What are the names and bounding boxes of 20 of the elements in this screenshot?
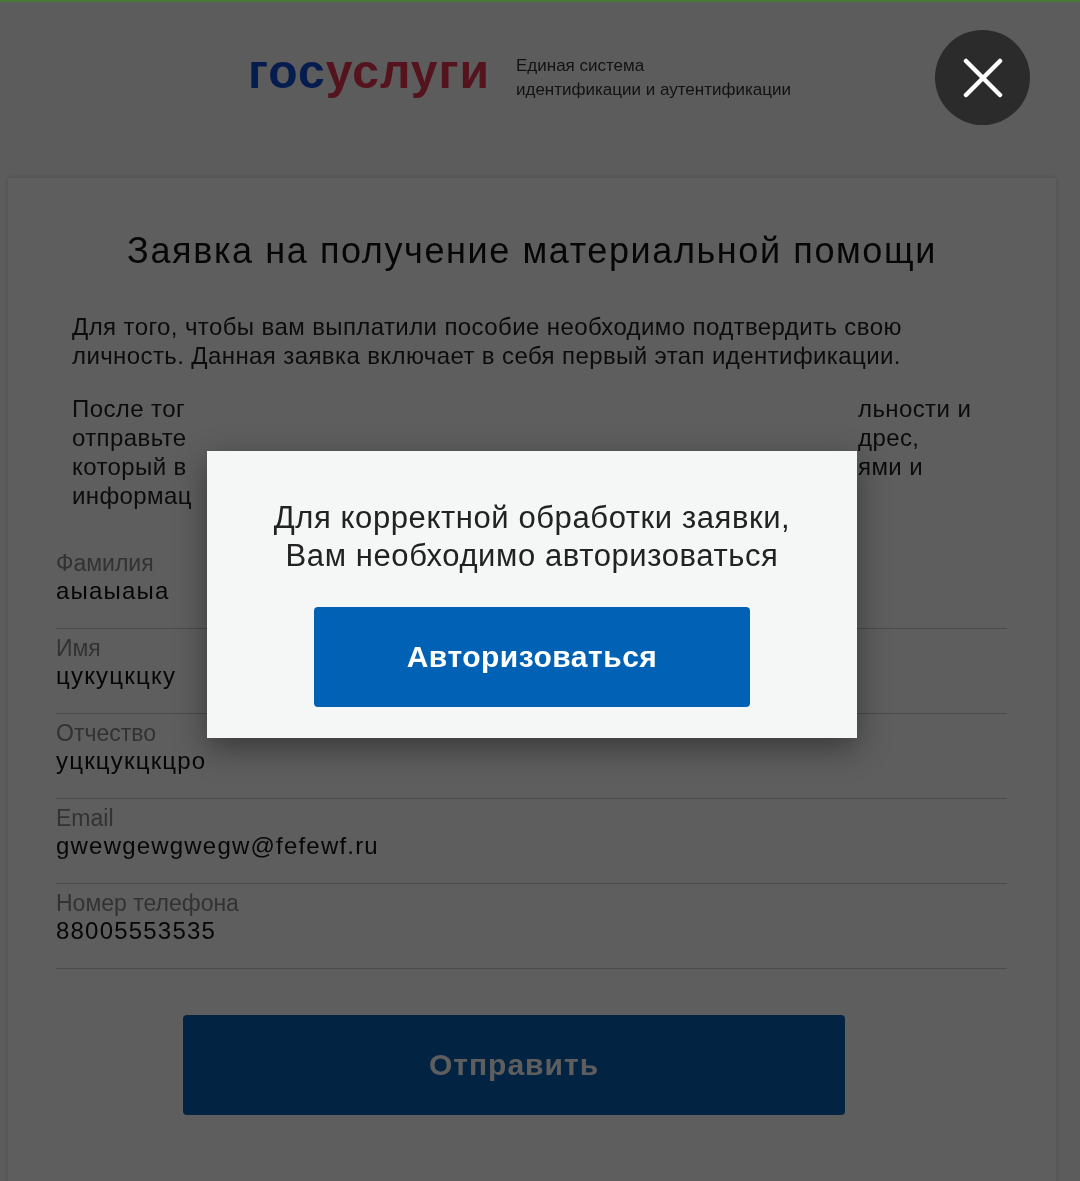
close-icon (962, 57, 1003, 98)
paragraph-fragment: дрес, (858, 423, 920, 452)
paragraph-fragment: После тог (72, 394, 187, 423)
field-value: gwewgewgwegw@fefewf.ru (56, 831, 379, 861)
field-value: цукуцкцку (56, 661, 177, 691)
paragraph-fragment: льности и (858, 394, 972, 423)
paragraph-fragment: информац (72, 481, 193, 510)
field-value: аыаыаыа (56, 576, 170, 606)
form-title: Заявка на получение материальной помощи (126, 230, 938, 272)
logo: госуслуги (248, 48, 490, 96)
field-value: уцкцукцкцро (56, 746, 207, 776)
paragraph-fragment: который в (72, 452, 188, 481)
dialog-message: Для корректной обработки заявки, Вам необходимо авторизоваться (273, 499, 791, 575)
field-value: 88005553535 (56, 916, 217, 946)
authorize-button[interactable]: Авторизоваться (314, 607, 750, 707)
paragraph-fragment: ями и (858, 452, 923, 481)
logo-tagline: Единая система идентификации и аутентификации (516, 55, 791, 101)
submit-button[interactable]: Отправить (183, 1015, 845, 1115)
intro-paragraph: Для того, чтобы вам выплатили пособие необходимо подтвердить свою личность. Данная заявка включает в себя первый этап идентификации. (72, 312, 903, 370)
paragraph-fragment: отправьте (72, 423, 188, 452)
